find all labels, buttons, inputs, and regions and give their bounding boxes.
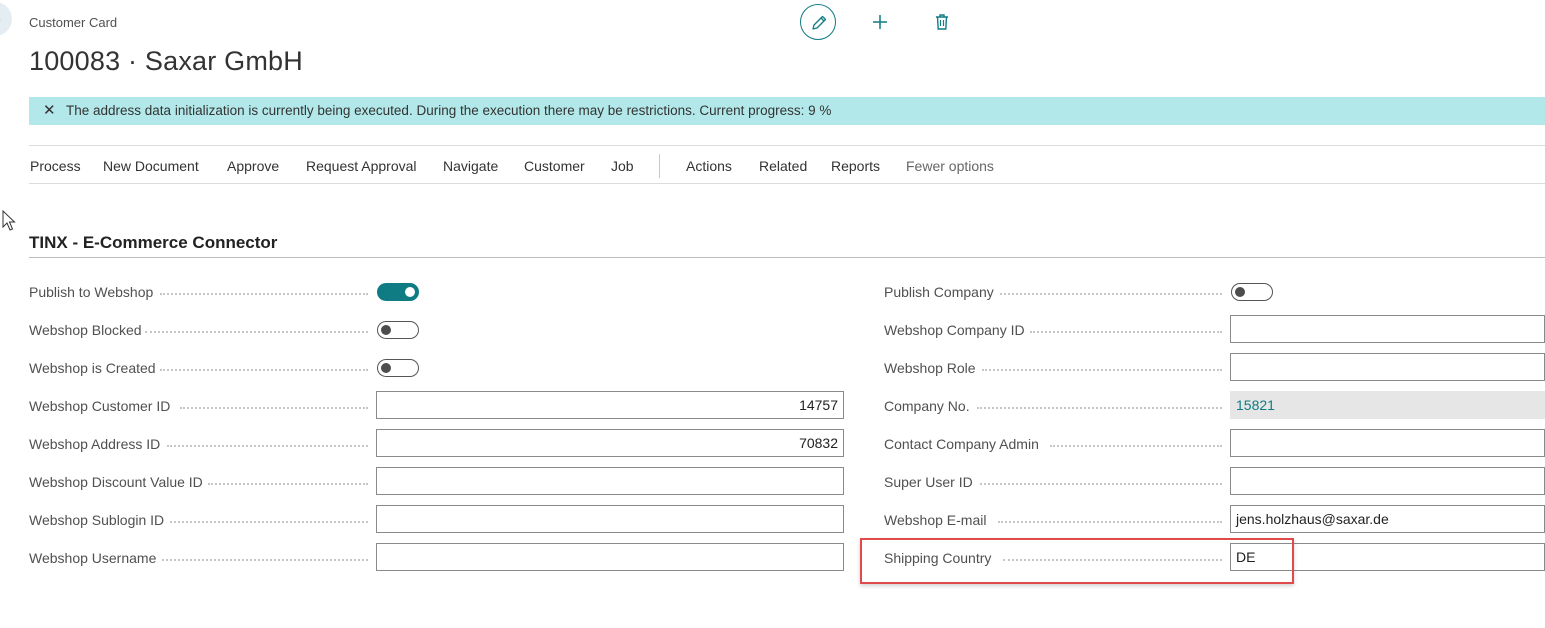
label-webshop-discount-value-id: Webshop Discount Value ID [29, 474, 203, 490]
mouse-cursor-icon [2, 210, 16, 231]
action-navigate[interactable]: Navigate [443, 158, 498, 174]
action-reports[interactable]: Reports [831, 158, 880, 174]
webshop-address-id-input[interactable]: 70832 [376, 429, 844, 457]
dotted-leader [1030, 330, 1222, 333]
toggle-knob [381, 363, 391, 373]
action-process[interactable]: Process [30, 158, 81, 174]
webshop-email-input[interactable]: jens.holzhaus@saxar.de [1230, 505, 1545, 533]
dotted-leader [980, 482, 1222, 485]
label-webshop-company-id: Webshop Company ID [884, 322, 1025, 338]
webshop-is-created-toggle[interactable] [377, 359, 419, 377]
dotted-leader [1050, 444, 1222, 447]
dotted-leader [160, 368, 368, 371]
dotted-leader [998, 520, 1222, 523]
action-separator [659, 154, 660, 178]
label-webshop-is-created: Webshop is Created [29, 360, 156, 376]
webshop-sublogin-id-input[interactable] [376, 505, 844, 533]
contact-company-admin-input[interactable] [1230, 429, 1545, 457]
label-webshop-username: Webshop Username [29, 550, 157, 566]
action-customer[interactable]: Customer [524, 158, 585, 174]
publish-company-toggle[interactable] [1231, 283, 1273, 301]
dotted-leader [162, 558, 368, 561]
dotted-leader [180, 406, 368, 409]
dotted-leader [170, 520, 368, 523]
label-company-no: Company No. [884, 398, 970, 414]
back-button[interactable]: ← [0, 2, 12, 36]
webshop-discount-value-id-input[interactable] [376, 467, 844, 495]
label-super-user-id: Super User ID [884, 474, 973, 490]
section-title: TINX - E-Commerce Connector [29, 233, 278, 252]
action-fewer-options[interactable]: Fewer options [906, 158, 994, 174]
action-approve[interactable]: Approve [227, 158, 279, 174]
label-webshop-address-id: Webshop Address ID [29, 436, 161, 452]
webshop-customer-id-input[interactable]: 14757 [376, 391, 844, 419]
company-no-link[interactable]: 15821 [1230, 391, 1545, 419]
label-webshop-customer-id: Webshop Customer ID [29, 398, 171, 414]
label-contact-company-admin: Contact Company Admin [884, 436, 1039, 452]
shipping-country-highlight [860, 538, 1294, 584]
dotted-leader [208, 482, 368, 485]
dotted-leader [160, 292, 368, 295]
page-title: 100083 · Saxar GmbH [29, 46, 303, 76]
trash-icon [936, 14, 948, 30]
action-request-approval[interactable]: Request Approval [306, 158, 417, 174]
action-actions[interactable]: Actions [686, 158, 732, 174]
action-new-document[interactable]: New Document [103, 158, 199, 174]
plus-icon [873, 15, 887, 29]
notification-banner: ✕ The address data initialization is cur… [29, 97, 1545, 125]
edit-button[interactable] [800, 4, 836, 40]
dotted-leader [167, 444, 368, 447]
webshop-role-input[interactable] [1230, 353, 1545, 381]
action-related[interactable]: Related [759, 158, 807, 174]
label-webshop-blocked: Webshop Blocked [29, 322, 142, 338]
page-caption: Customer Card [29, 15, 118, 30]
new-button[interactable] [870, 12, 890, 35]
dotted-leader [982, 368, 1222, 371]
pencil-icon [812, 15, 827, 30]
webshop-company-id-input[interactable] [1230, 315, 1545, 343]
dotted-leader [977, 406, 1222, 409]
action-bar: Process New Document Approve Request App… [29, 145, 1545, 184]
toggle-knob [405, 287, 415, 297]
label-webshop-sublogin-id: Webshop Sublogin ID [29, 512, 165, 528]
super-user-id-input[interactable] [1230, 467, 1545, 495]
webshop-blocked-toggle[interactable] [377, 321, 419, 339]
label-webshop-email: Webshop E-mail [884, 512, 987, 528]
label-publish-company: Publish Company [884, 284, 994, 300]
banner-message: The address data initialization is curre… [66, 103, 832, 118]
publish-to-webshop-toggle[interactable] [377, 283, 419, 301]
delete-button[interactable] [934, 12, 950, 35]
dotted-leader [1000, 292, 1222, 295]
section-divider [29, 257, 1545, 258]
close-icon[interactable]: ✕ [43, 103, 56, 119]
webshop-username-input[interactable] [376, 543, 844, 571]
action-job[interactable]: Job [611, 158, 634, 174]
toggle-knob [381, 325, 391, 335]
label-webshop-role: Webshop Role [884, 360, 976, 376]
label-publish-to-webshop: Publish to Webshop [29, 284, 154, 300]
toggle-knob [1235, 287, 1245, 297]
back-arrow-icon: ← [0, 11, 3, 27]
dotted-leader [145, 330, 368, 333]
